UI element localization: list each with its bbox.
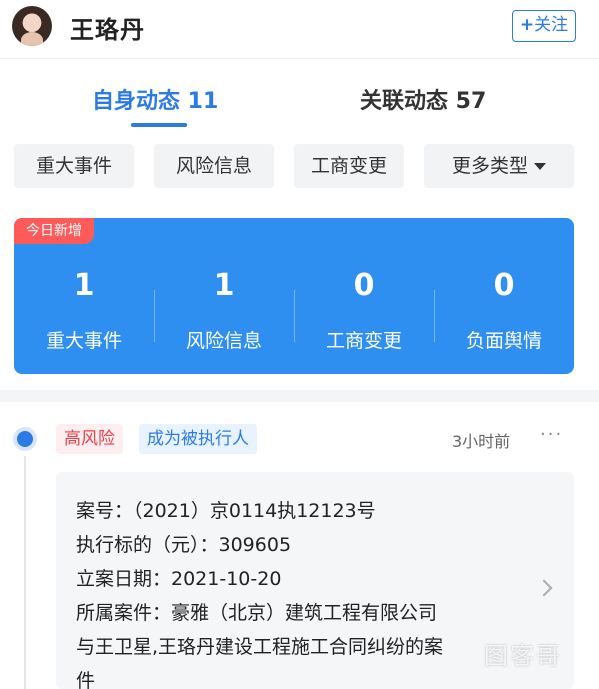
watermark: 图客哥 — [484, 642, 562, 670]
chevron-right-icon — [535, 579, 553, 597]
stat-label: 工商变更 — [325, 330, 402, 352]
related-case-line-2: 与王卫星,王珞丹建设工程施工合同纠纷的案 — [76, 636, 444, 658]
stat-divider — [294, 290, 295, 342]
stat-label: 风险信息 — [185, 330, 262, 352]
stat-divider — [154, 290, 155, 342]
section-separator — [0, 390, 599, 402]
executed-person-tag: 成为被执行人 — [139, 424, 257, 454]
related-case-line-1: 所属案件：豪雅（北京）建筑工程有限公司 — [76, 602, 438, 624]
stat-major-events[interactable]: 1 重大事件 — [14, 218, 154, 374]
timeline-line — [24, 456, 26, 689]
follow-label: 关注 — [534, 15, 569, 35]
profile-name: 王珞丹 — [70, 16, 145, 44]
stat-label: 负面舆情 — [465, 330, 542, 352]
filter-risk-info[interactable]: 风险信息 — [154, 144, 274, 188]
tab-self-dynamics[interactable]: 自身动态 11 — [92, 83, 218, 115]
high-risk-tag: 高风险 — [56, 424, 123, 454]
filing-date: 立案日期：2021-10-20 — [76, 568, 282, 590]
event-time: 3小时前 — [452, 432, 511, 451]
case-number: 案号：（2021）京0114执12123号 — [76, 500, 376, 522]
follow-button[interactable]: +关注 — [512, 10, 576, 42]
execution-amount: 执行标的（元）：309605 — [76, 534, 292, 556]
profile-header: 王珞丹 +关注 — [0, 0, 599, 56]
stat-negative-sentiment[interactable]: 0 负面舆情 — [434, 218, 574, 374]
timeline-dot-icon — [17, 431, 33, 447]
type-filters: 重大事件 风险信息 工商变更 更多类型 — [0, 132, 599, 204]
stat-divider — [434, 290, 435, 342]
stat-value: 0 — [493, 268, 515, 303]
related-case-line-3: 件 — [76, 670, 96, 689]
avatar[interactable] — [12, 6, 52, 46]
stat-label: 重大事件 — [45, 330, 122, 352]
active-tab-indicator — [131, 123, 187, 127]
stat-business-change[interactable]: 0 工商变更 — [294, 218, 434, 374]
caret-down-icon — [534, 163, 546, 170]
stat-risk-info[interactable]: 1 风险信息 — [154, 218, 294, 374]
stat-value: 1 — [213, 268, 235, 303]
plus-icon: + — [519, 15, 535, 35]
stat-value: 0 — [353, 268, 375, 303]
filter-more-types[interactable]: 更多类型 — [424, 144, 574, 188]
dynamics-tabs: 自身动态 11 关联动态 57 — [0, 58, 599, 132]
filter-major-events[interactable]: 重大事件 — [14, 144, 134, 188]
filter-business-change[interactable]: 工商变更 — [294, 144, 404, 188]
more-options-icon[interactable]: ··· — [540, 424, 563, 445]
today-stats-card: 今日新增 1 重大事件 1 风险信息 0 工商变更 0 负面舆情 — [14, 218, 574, 374]
tab-related-dynamics[interactable]: 关联动态 57 — [360, 83, 486, 115]
stat-value: 1 — [73, 268, 95, 303]
filter-more-types-label: 更多类型 — [451, 155, 528, 177]
